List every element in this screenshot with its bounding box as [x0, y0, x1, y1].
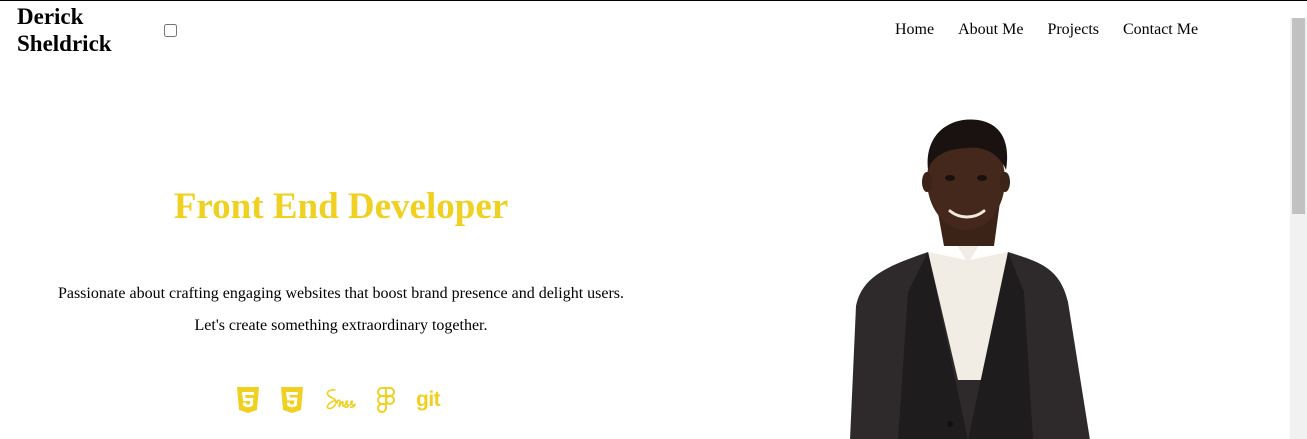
html5-icon: [236, 386, 260, 414]
figma-icon: [376, 386, 396, 414]
hero-description: Passionate about crafting engaging websi…: [57, 285, 625, 302]
menu-toggle-checkbox[interactable]: [164, 24, 177, 37]
page: Derick Sheldrick Home About Me Projects …: [0, 0, 1307, 439]
sass-icon: [324, 386, 356, 414]
main-nav: Home About Me Projects Contact Me: [895, 21, 1198, 39]
nav-home[interactable]: Home: [895, 21, 934, 39]
skills-row: git: [236, 386, 441, 414]
scrollbar-thumb[interactable]: [1292, 18, 1305, 214]
brand-name[interactable]: Derick Sheldrick: [17, 3, 147, 57]
vertical-scrollbar[interactable]: [1290, 18, 1307, 439]
hero-tagline: Let's create something extraordinary tog…: [194, 317, 488, 334]
git-icon: git: [416, 388, 441, 411]
nav-projects[interactable]: Projects: [1047, 21, 1099, 39]
nav-contact-me[interactable]: Contact Me: [1123, 21, 1198, 39]
hero-title: Front End Developer: [173, 186, 509, 227]
css3-icon: [280, 386, 304, 414]
profile-portrait: [850, 119, 1090, 439]
nav-about-me[interactable]: About Me: [958, 21, 1023, 39]
